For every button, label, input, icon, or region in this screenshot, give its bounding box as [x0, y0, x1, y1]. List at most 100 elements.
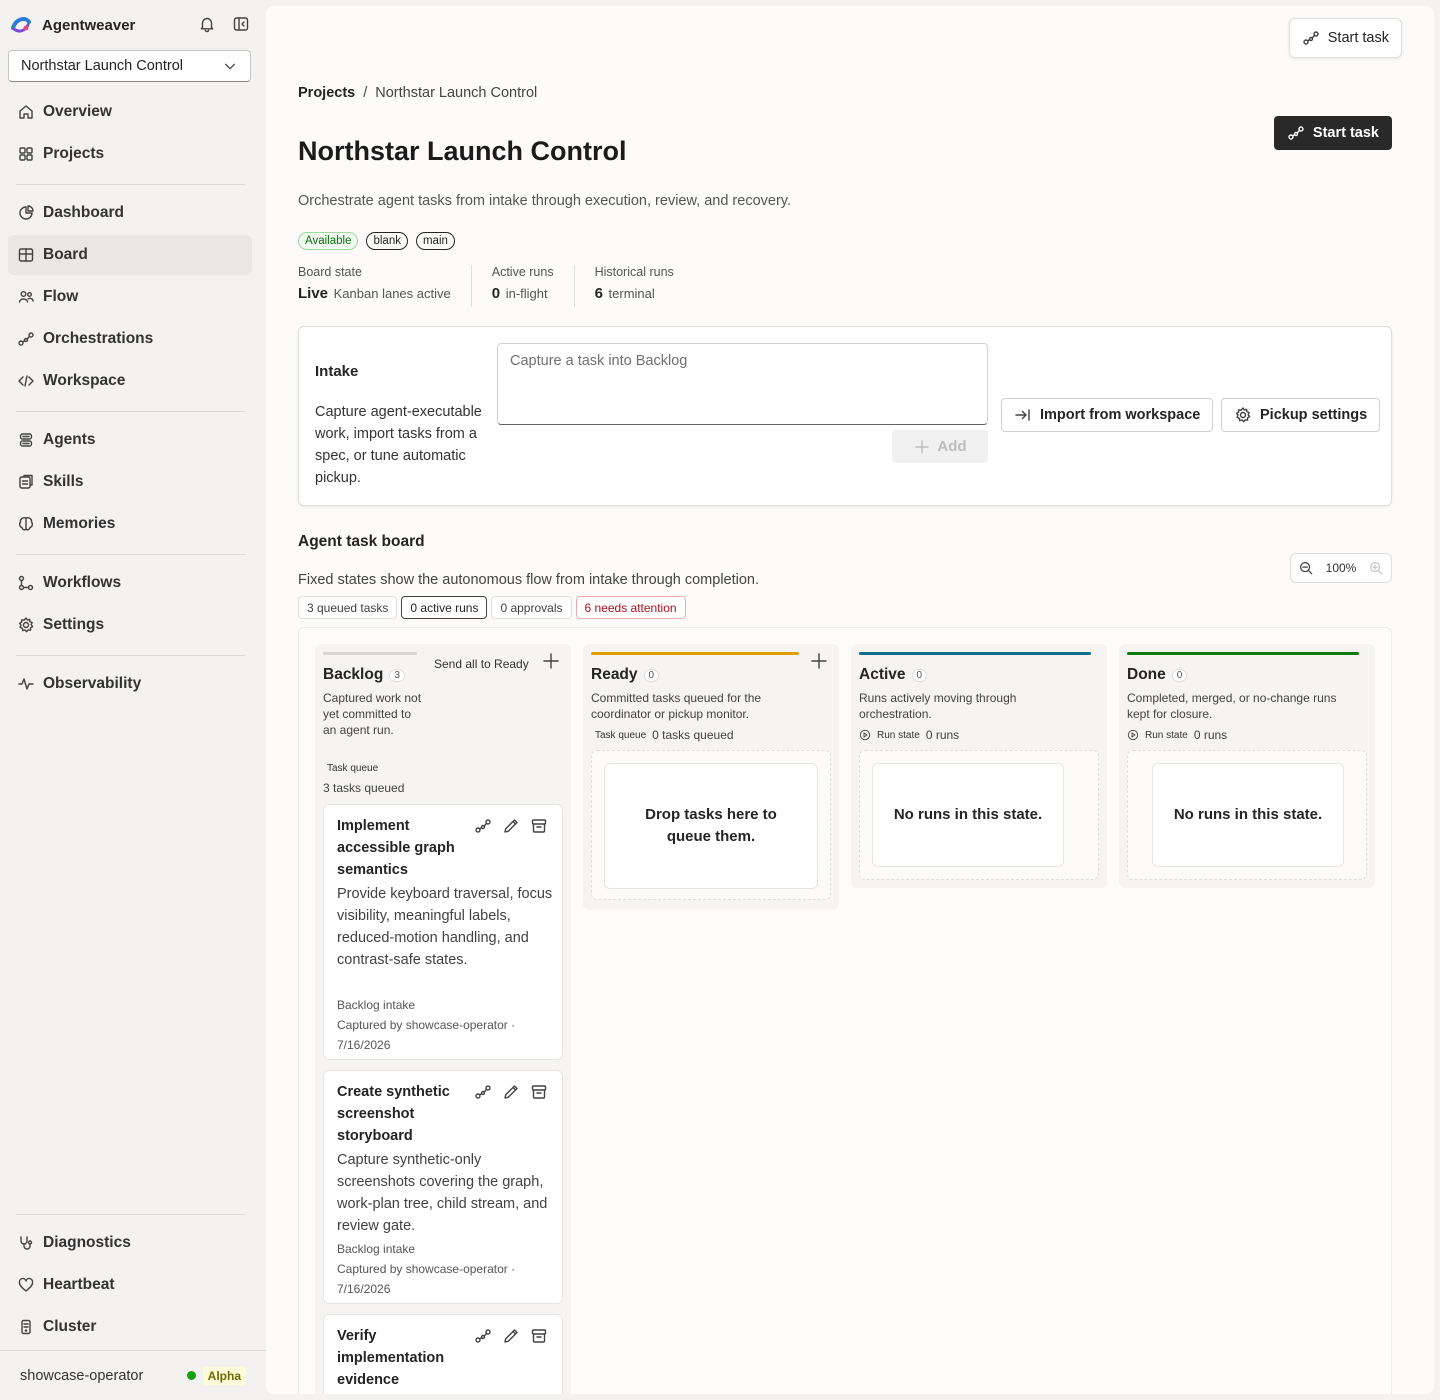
bell-icon[interactable] [198, 15, 216, 33]
button-label: Import from workspace [1040, 407, 1201, 423]
chip-needs-attention[interactable]: 6 needs attention [575, 596, 686, 619]
task-capture-input[interactable]: Capture a task into Backlog [497, 343, 988, 425]
stat-value: 0 in-flight [492, 285, 554, 302]
play-circle-icon [859, 729, 871, 741]
start-run-icon[interactable] [474, 1327, 492, 1345]
lane-done: Done 0 Completed, merged, or no-change r… [1119, 644, 1375, 888]
lane-dropzone[interactable]: Drop tasks here to queue them. [591, 750, 831, 900]
current-user[interactable]: showcase-operator [20, 1368, 143, 1384]
lane-description: Runs actively moving through orchestrati… [859, 691, 1017, 721]
add-to-lane-plus-icon[interactable] [810, 652, 828, 670]
button-label: Pickup settings [1260, 407, 1368, 423]
lane-title: Done 0 [1127, 666, 1188, 684]
empty-state: No runs in this state. [1152, 763, 1344, 867]
sidebar-item-observability[interactable]: Observability [8, 664, 252, 704]
lane-name: Active [859, 666, 906, 683]
status-tags: Available blank main [298, 232, 455, 250]
people-icon [18, 291, 34, 303]
chip-approvals[interactable]: 0 approvals [491, 596, 572, 619]
sidebar-item-board[interactable]: Board [8, 235, 252, 275]
edit-pencil-icon[interactable] [502, 1083, 520, 1101]
sidebar-item-label: Observability [43, 675, 142, 692]
archive-icon[interactable] [530, 1083, 548, 1101]
edit-pencil-icon[interactable] [502, 1327, 520, 1345]
zoom-level: 100% [1325, 561, 1357, 575]
sidebar-item-label: Workflows [43, 574, 122, 591]
task-card[interactable]: Create synthetic screenshot storyboard C… [323, 1070, 563, 1304]
zoom-in-icon[interactable] [1368, 560, 1384, 576]
lane-dropzone[interactable]: No runs in this state. [859, 750, 1099, 880]
sidebar-item-flow[interactable]: Flow [8, 277, 252, 317]
lane-count: 0 [1171, 668, 1188, 682]
sidebar-item-projects[interactable]: Projects [8, 134, 252, 174]
online-dot-icon [186, 1371, 196, 1380]
sidebar-item-label: Flow [43, 288, 79, 305]
pie-chart-icon [19, 205, 34, 220]
top-start-task-button[interactable]: Start task [1288, 18, 1402, 58]
sidebar-item-cluster[interactable]: Cluster [8, 1307, 252, 1347]
add-to-lane-plus-icon[interactable] [542, 652, 560, 670]
start-task-button[interactable]: Start task [1273, 116, 1392, 150]
stat-label: Historical runs [594, 265, 674, 279]
task-card[interactable]: Implement accessible graph semantics Pro… [323, 804, 563, 1060]
sidebar-item-memories[interactable]: Memories [8, 504, 252, 544]
sidebar-item-skills[interactable]: Skills [8, 462, 252, 502]
board-icon [18, 248, 34, 262]
sidebar-item-diagnostics[interactable]: Diagnostics [8, 1223, 252, 1263]
home-icon [19, 105, 33, 119]
lane-dropzone[interactable]: No runs in this state. [1127, 750, 1367, 880]
archive-icon[interactable] [530, 817, 548, 835]
project-stats: Board state Live Kanban lanes active Act… [298, 265, 714, 307]
projects-grid-icon [19, 147, 33, 161]
task-card[interactable]: Verify implementation evidence [323, 1314, 563, 1394]
task-captured-by: Captured by showcase-operator · 7/16/202… [337, 1018, 516, 1052]
sidebar-item-orchestrations[interactable]: Orchestrations [8, 319, 252, 359]
sidebar-item-workspace[interactable]: Workspace [8, 361, 252, 401]
pickup-settings-button[interactable]: Pickup settings [1221, 398, 1381, 432]
sidebar-item-label: Memories [43, 515, 116, 532]
project-select-value: Northstar Launch Control [21, 58, 183, 74]
sidebar-item-dashboard[interactable]: Dashboard [8, 193, 252, 233]
edit-pencil-icon[interactable] [502, 817, 520, 835]
add-task-button[interactable]: Add [892, 430, 988, 463]
stat-active-runs: Active runs 0 in-flight [492, 265, 575, 307]
sidebar-item-label: Overview [43, 103, 112, 120]
sidebar-item-settings[interactable]: Settings [8, 605, 252, 645]
start-run-icon[interactable] [474, 817, 492, 835]
archive-icon[interactable] [530, 1327, 548, 1345]
brand[interactable]: Agentweaver [10, 14, 135, 36]
intake-title: Intake [315, 363, 359, 380]
page-description: Orchestrate agent tasks from intake thro… [298, 193, 791, 209]
sidebar-tools [198, 15, 250, 33]
lane-name: Backlog [323, 666, 384, 683]
workflow-icon [18, 575, 34, 591]
lane-active: Active 0 Runs actively moving through or… [851, 644, 1107, 888]
lane-meta-label: Task queue [327, 763, 379, 774]
sidebar-item-label: Workspace [43, 372, 126, 389]
breadcrumb-projects[interactable]: Projects [298, 85, 355, 101]
sidebar-item-workflows[interactable]: Workflows [8, 563, 252, 603]
stat-value: 6 terminal [595, 285, 674, 302]
lane-color-bar [1127, 652, 1359, 655]
main-content: Start task Projects / Northstar Launch C… [266, 6, 1434, 1394]
sidebar-item-heartbeat[interactable]: Heartbeat [8, 1265, 252, 1305]
sidebar-item-agents[interactable]: Agents [8, 420, 252, 460]
chip-queued-tasks[interactable]: 3 queued tasks [298, 596, 398, 619]
sidebar-item-overview[interactable]: Overview [8, 92, 252, 132]
app-name: Agentweaver [42, 16, 136, 34]
import-from-workspace-button[interactable]: Import from workspace [1001, 398, 1214, 432]
lane-meta: Run state 0 runs [1127, 728, 1227, 742]
send-all-to-ready-button[interactable]: Send all to Ready [434, 657, 529, 671]
alpha-badge: Alpha [202, 1366, 246, 1385]
project-select[interactable]: Northstar Launch Control [8, 50, 251, 82]
lane-name: Done [1127, 666, 1166, 683]
lane-ready: Ready 0 Committed tasks queued for the c… [583, 644, 839, 910]
code-icon [18, 375, 34, 387]
collapse-sidebar-icon[interactable] [232, 15, 250, 33]
start-run-icon[interactable] [474, 1083, 492, 1101]
sidebar-item-label: Skills [43, 473, 84, 490]
sidebar-item-label: Projects [43, 145, 105, 162]
zoom-out-icon[interactable] [1298, 560, 1314, 576]
play-circle-icon [1127, 729, 1139, 741]
chip-active-runs[interactable]: 0 active runs [401, 596, 488, 619]
